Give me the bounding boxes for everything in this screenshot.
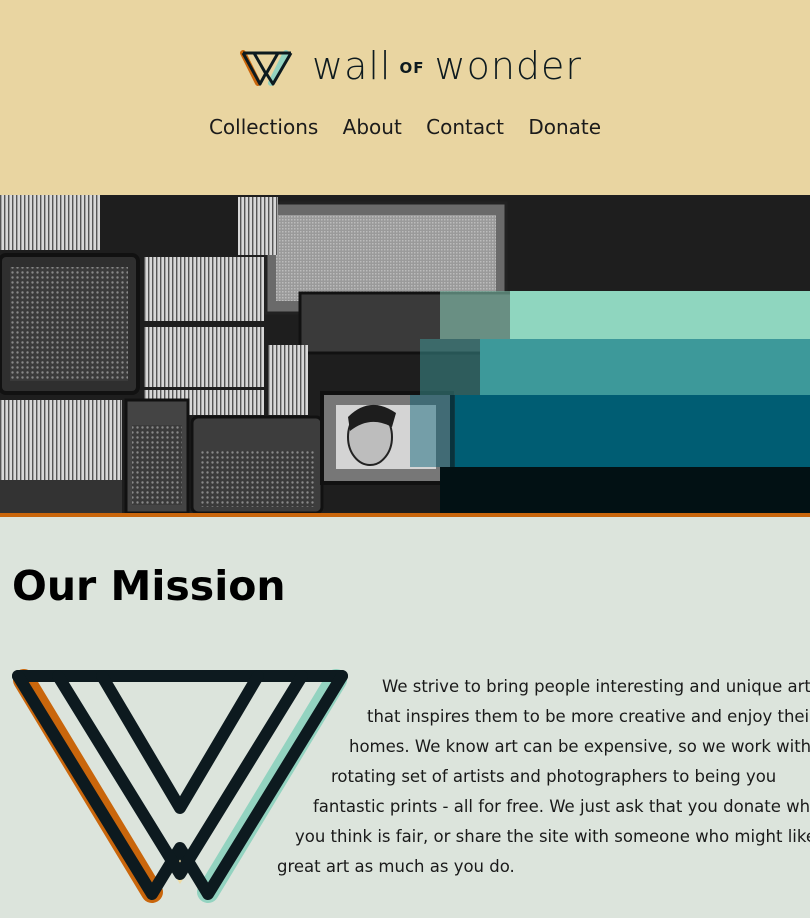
brand-name-of: OF bbox=[399, 59, 425, 77]
hero-stripes bbox=[100, 195, 810, 291]
main-nav: Collections About Contact Donate bbox=[0, 112, 810, 142]
mission-line: that inspires them to be more creative a… bbox=[367, 707, 810, 726]
mission-line: rotating set of artists and photographer… bbox=[331, 767, 777, 786]
mission-heading: Our Mission bbox=[12, 562, 286, 610]
nav-donate[interactable]: Donate bbox=[528, 115, 601, 139]
nav-contact[interactable]: Contact bbox=[426, 115, 504, 139]
site-header: wall OF wonder Collections About Contact D… bbox=[0, 0, 810, 195]
brand-name-wall: wall bbox=[312, 44, 392, 88]
mission-line: fantastic prints - all for free. We just… bbox=[313, 797, 810, 816]
hero-collage-image bbox=[0, 195, 810, 513]
mission-line: you think is fair, or share the site wit… bbox=[295, 827, 810, 846]
brand-name: wall OF wonder bbox=[312, 46, 582, 86]
wall-of-wonder-logo-icon bbox=[240, 50, 293, 86]
brand-logo-link[interactable]: wall OF wonder bbox=[240, 46, 600, 86]
mission-line: We strive to bring people interesting an… bbox=[382, 677, 810, 696]
nav-about[interactable]: About bbox=[343, 115, 402, 139]
mission-line: great art as much as you do. bbox=[277, 857, 515, 876]
brand-name-wonder: wonder bbox=[434, 44, 583, 88]
hero-image bbox=[0, 195, 810, 513]
nav-collections[interactable]: Collections bbox=[209, 115, 318, 139]
mission-line: homes. We know art can be expensive, so … bbox=[349, 737, 810, 756]
hero-divider bbox=[0, 513, 810, 517]
